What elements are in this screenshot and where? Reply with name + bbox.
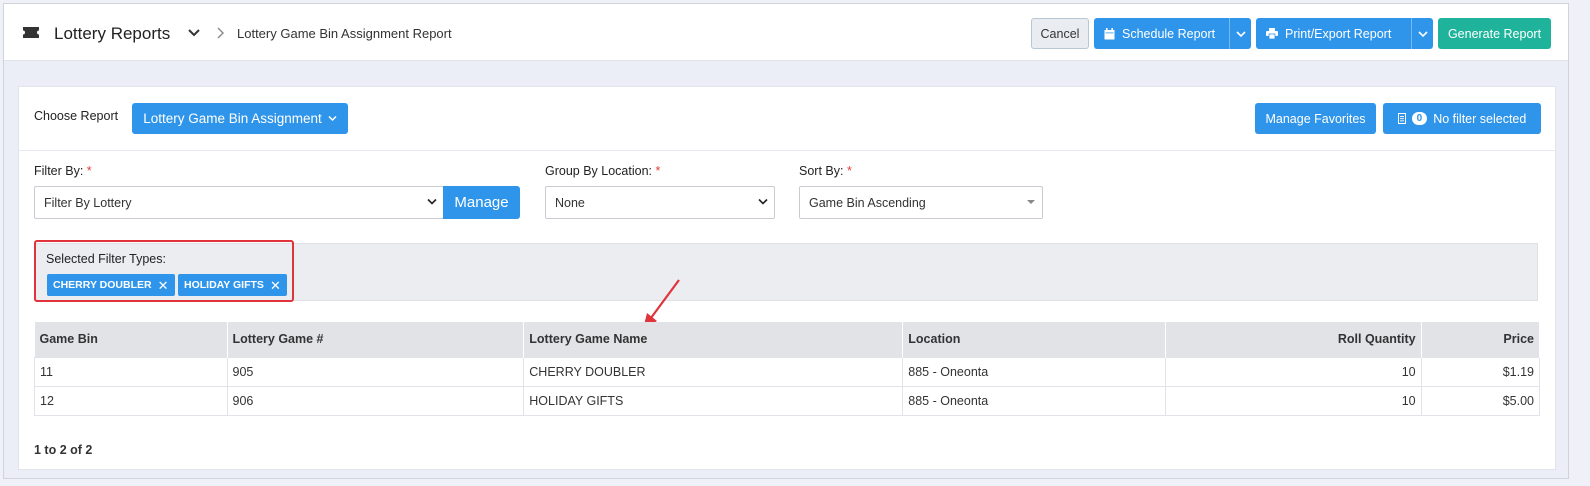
table-cell: 12 (34, 385, 228, 416)
divider (19, 150, 1555, 151)
sort-by-select[interactable]: Game Bin Ascending (799, 186, 1043, 219)
filter-chip-label: HOLIDAY GIFTS (184, 279, 264, 291)
chevron-down-icon (758, 198, 768, 205)
table-header-row: Game Bin Lottery Game # Lottery Game Nam… (34, 322, 1541, 357)
table-cell: 10 (1164, 356, 1422, 387)
filter-by-label: Filter By: * (34, 164, 92, 178)
chevron-down-icon (1417, 30, 1428, 37)
table-cell: 906 (226, 385, 525, 416)
close-icon[interactable]: ✕ (270, 279, 281, 292)
table-row[interactable]: 12 906 HOLIDAY GIFTS 885 - Oneonta 10 $5… (34, 385, 1541, 416)
chevron-right-icon (217, 27, 224, 39)
top-header: Lottery Reports Lottery Game Bin Assignm… (4, 4, 1568, 61)
sort-by-label: Sort By: * (799, 164, 852, 178)
print-dropdown-toggle[interactable] (1411, 18, 1433, 49)
filter-by-select[interactable]: Filter By Lottery (34, 186, 444, 219)
group-by-select[interactable]: None (545, 186, 775, 219)
group-by-text: Group By Location: (545, 164, 653, 178)
choose-report-value: Lottery Game Bin Assignment (143, 111, 322, 126)
table-cell: $5.00 (1420, 385, 1541, 416)
table-cell: 905 (226, 356, 525, 387)
manage-button[interactable]: Manage (443, 186, 520, 219)
column-header[interactable]: Game Bin (34, 322, 228, 357)
report-table: Game Bin Lottery Game # Lottery Game Nam… (34, 322, 1541, 416)
close-icon[interactable]: ✕ (158, 279, 169, 292)
report-panel: Choose Report Lottery Game Bin Assignmen… (18, 86, 1556, 470)
table-cell: 885 - Oneonta (902, 385, 1166, 416)
document-icon (1397, 113, 1406, 124)
chevron-down-icon[interactable] (187, 26, 201, 40)
selected-filters-title: Selected Filter Types: (46, 252, 166, 266)
filter-count-badge: 0 (1411, 112, 1428, 125)
sort-by-value: Game Bin Ascending (809, 195, 926, 210)
manage-favorites-button[interactable]: Manage Favorites (1255, 103, 1376, 134)
group-by-value: None (555, 195, 585, 210)
print-export-button[interactable]: Print/Export Report (1256, 18, 1433, 49)
column-header[interactable]: Roll Quantity (1165, 322, 1422, 357)
table-cell: HOLIDAY GIFTS (523, 385, 904, 416)
choose-report-dropdown[interactable]: Lottery Game Bin Assignment (132, 103, 348, 134)
filter-chip: CHERRY DOUBLER ✕ (47, 274, 175, 296)
filter-chip-label: CHERRY DOUBLER (53, 279, 152, 291)
required-mark: * (655, 164, 661, 178)
no-filter-label: No filter selected (1433, 111, 1527, 126)
required-mark: * (86, 164, 92, 178)
filter-by-value: Filter By Lottery (44, 195, 132, 210)
schedule-report-label: Schedule Report (1122, 26, 1216, 41)
schedule-report-button[interactable]: Schedule Report (1094, 18, 1251, 49)
column-header[interactable]: Lottery Game Name (523, 322, 904, 357)
sort-by-text: Sort By: (799, 164, 844, 178)
column-header[interactable]: Location (902, 322, 1166, 357)
ticket-icon (23, 27, 39, 38)
breadcrumb: Lottery Game Bin Assignment Report (237, 26, 452, 41)
table-cell: 885 - Oneonta (902, 356, 1166, 387)
chevron-down-icon (427, 198, 437, 205)
required-mark: * (846, 164, 852, 178)
caret-down-icon (1027, 200, 1035, 204)
chevron-down-icon (1235, 30, 1246, 37)
table-cell: 10 (1164, 385, 1422, 416)
app-frame: Lottery Reports Lottery Game Bin Assignm… (3, 3, 1569, 479)
generate-report-button[interactable]: Generate Report (1438, 18, 1551, 49)
chevron-down-icon (328, 115, 337, 122)
schedule-dropdown-toggle[interactable] (1229, 18, 1251, 49)
cancel-button[interactable]: Cancel (1031, 18, 1089, 49)
filter-by-text: Filter By: (34, 164, 84, 178)
group-by-label: Group By Location: * (545, 164, 660, 178)
app-title: Lottery Reports (54, 24, 171, 43)
filter-chip: HOLIDAY GIFTS ✕ (178, 274, 287, 296)
filter-status-button[interactable]: 0 No filter selected (1383, 103, 1541, 134)
print-export-label: Print/Export Report (1285, 26, 1392, 41)
printer-icon (1266, 28, 1278, 39)
table-cell: $1.19 (1420, 356, 1541, 387)
calendar-icon (1104, 27, 1115, 39)
pagination-summary: 1 to 2 of 2 (34, 443, 93, 457)
column-header[interactable]: Price (1421, 322, 1541, 357)
table-cell: 11 (34, 356, 228, 387)
table-cell: CHERRY DOUBLER (523, 356, 904, 387)
column-header[interactable]: Lottery Game # (227, 322, 525, 357)
choose-report-label: Choose Report (34, 109, 119, 123)
table-row[interactable]: 11 905 CHERRY DOUBLER 885 - Oneonta 10 $… (34, 356, 1541, 387)
